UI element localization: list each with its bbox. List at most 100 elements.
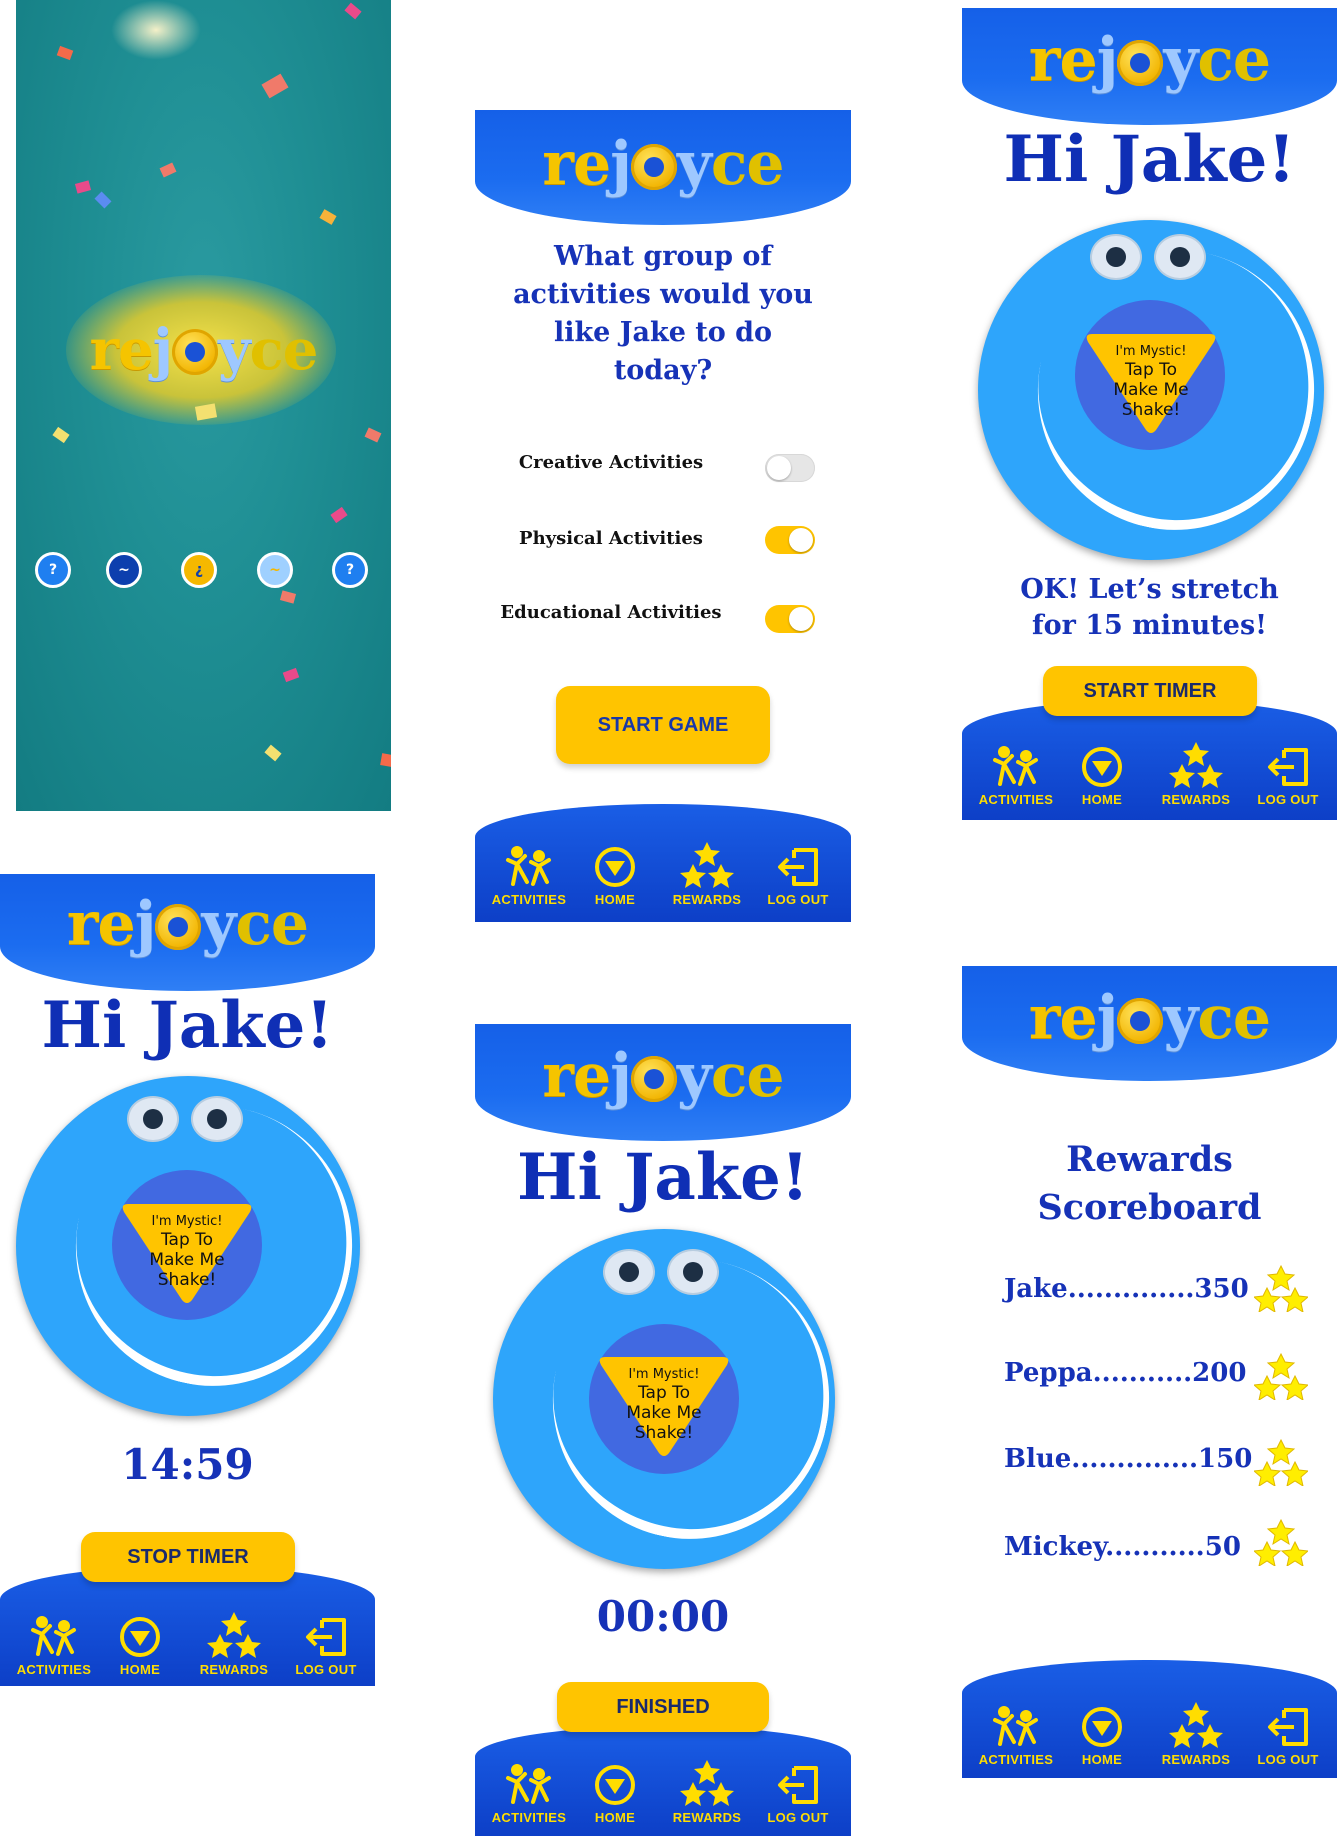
smile [1011,224,1337,556]
rewards-icon [1254,1264,1308,1312]
splash-logo: rej yce [89,317,319,383]
home-icon [1082,747,1122,787]
rewards-icon [1169,742,1223,788]
nav-activities[interactable]: ACTIVITIES [489,1764,569,1825]
rewards-icon [1254,1352,1308,1400]
home-icon [595,847,635,887]
home-icon [120,1617,160,1657]
nav-rewards[interactable]: REWARDS [1156,740,1236,807]
timer-display: 00:00 [596,1592,730,1641]
rewards-icon [1254,1518,1308,1566]
smile [526,1233,851,1565]
nav-logout[interactable]: LOG OUT [286,1616,366,1677]
nav-rewards[interactable]: REWARDS [1156,1700,1236,1767]
home-icon [1082,1707,1122,1747]
nav-activities[interactable]: ACTIVITIES [489,846,569,907]
page-dot-4[interactable]: ~ [257,552,293,588]
rewards-icon [207,1612,261,1658]
activity-prompt: OK! Let’s stretch for 15 minutes! [1020,574,1279,641]
confetti [94,191,112,209]
header: rej yce [475,1024,851,1141]
confetti [264,744,282,762]
bottom-nav: ACTIVITIES HOME REWARDS LOG OUT [475,804,851,922]
activity-question: What group of activities would you like … [513,241,813,386]
logout-icon [1268,748,1308,786]
confetti [380,753,391,769]
rewards-icon [680,842,734,888]
activities-icon [506,1764,551,1804]
rewards-icon [680,1760,734,1806]
rewards-screen: rej yce Rewards Scoreboard Jake..........… [962,966,1337,1778]
rewards-icon [1169,1702,1223,1748]
nav-home[interactable]: HOME [1062,746,1142,807]
greeting: Hi Jake! [1003,122,1296,197]
header: rej yce [475,110,851,225]
start-timer-button[interactable]: START TIMER [1043,666,1257,716]
activity-select-screen: rej yce What group of activities would yo… [475,110,851,922]
option-physical-label: Physical Activities [519,528,703,549]
mystic-character[interactable]: I'm Mystic! Tap To Make Me Shake! [493,1229,851,1569]
educational-toggle[interactable] [765,605,815,633]
nav-activities[interactable]: ACTIVITIES [976,1706,1056,1767]
greeting: Hi Jake! [41,988,334,1063]
bottom-nav: ACTIVITIES HOME REWARDS LOG OUT [475,1726,851,1836]
confetti [364,427,382,443]
bokeh [111,0,201,60]
nav-activities[interactable]: ACTIVITIES [14,1616,94,1677]
confetti [74,180,92,194]
creative-toggle[interactable] [765,454,815,482]
nav-logout[interactable]: LOG OUT [1248,1706,1328,1767]
nav-home[interactable]: HOME [1062,1706,1142,1767]
nav-logout[interactable]: LOG OUT [758,846,838,907]
confetti [261,73,289,99]
rewards-icon [1254,1438,1308,1486]
score-row-jake: Jake..............350 [1004,1274,1249,1304]
bottom-nav: ACTIVITIES HOME REWARDS LOG OUT [962,1660,1337,1778]
logo: rej yce [542,129,784,199]
stop-timer-button[interactable]: STOP TIMER [81,1532,295,1582]
confetti [159,162,177,178]
physical-toggle[interactable] [765,526,815,554]
logo: rej yce [1028,983,1271,1053]
nav-home[interactable]: HOME [575,846,655,907]
nav-rewards[interactable]: REWARDS [667,840,747,907]
confetti [279,590,297,604]
nav-home[interactable]: HOME [100,1616,180,1677]
nav-home[interactable]: HOME [575,1764,655,1825]
nav-logout[interactable]: LOG OUT [758,1764,838,1825]
confetti [52,426,70,444]
nav-rewards[interactable]: REWARDS [194,1610,274,1677]
option-educational-label: Educational Activities [500,602,722,623]
smile [49,1080,375,1412]
splash-screen: rej yce ? ~ ¿ ~ ? [16,0,391,811]
logout-icon [778,1766,818,1804]
finished-button[interactable]: FINISHED [557,1682,769,1732]
header: rej yce [0,874,375,991]
home-finished-screen: rej yce Hi Jake! I'm Mystic! Tap To Make … [475,1024,851,1836]
option-creative-label: Creative Activities [518,452,704,473]
page-dot-1[interactable]: ? [35,552,71,588]
logout-icon [1268,1708,1308,1746]
page-dot-2[interactable]: ~ [106,552,142,588]
nav-rewards[interactable]: REWARDS [667,1758,747,1825]
home-icon [595,1765,635,1805]
activities-icon [31,1616,76,1656]
page-dot-3[interactable]: ¿ [181,552,217,588]
activities-icon [993,1706,1038,1746]
activities-icon [993,746,1038,786]
page-dot-5[interactable]: ? [332,552,368,588]
mystic-character[interactable]: I'm Mystic! Tap To Make Me Shake! [978,220,1337,560]
home-start-screen: rej yce Hi Jake! I'm Mystic! Tap To Make … [962,0,1337,820]
logo: rej yce [1028,25,1271,95]
bottom-nav: ACTIVITIES HOME REWARDS LOG OUT [0,1566,375,1686]
activities-icon [506,846,551,886]
start-game-button[interactable]: START GAME [556,686,770,764]
confetti [319,209,337,225]
score-row-mickey: Mickey...........50 [1004,1532,1241,1562]
mystic-character[interactable]: I'm Mystic! Tap To Make Me Shake! [16,1076,375,1416]
confetti [56,45,74,61]
confetti [282,667,300,683]
logo: rej yce [66,889,309,959]
nav-logout[interactable]: LOG OUT [1248,746,1328,807]
nav-activities[interactable]: ACTIVITIES [976,746,1056,807]
